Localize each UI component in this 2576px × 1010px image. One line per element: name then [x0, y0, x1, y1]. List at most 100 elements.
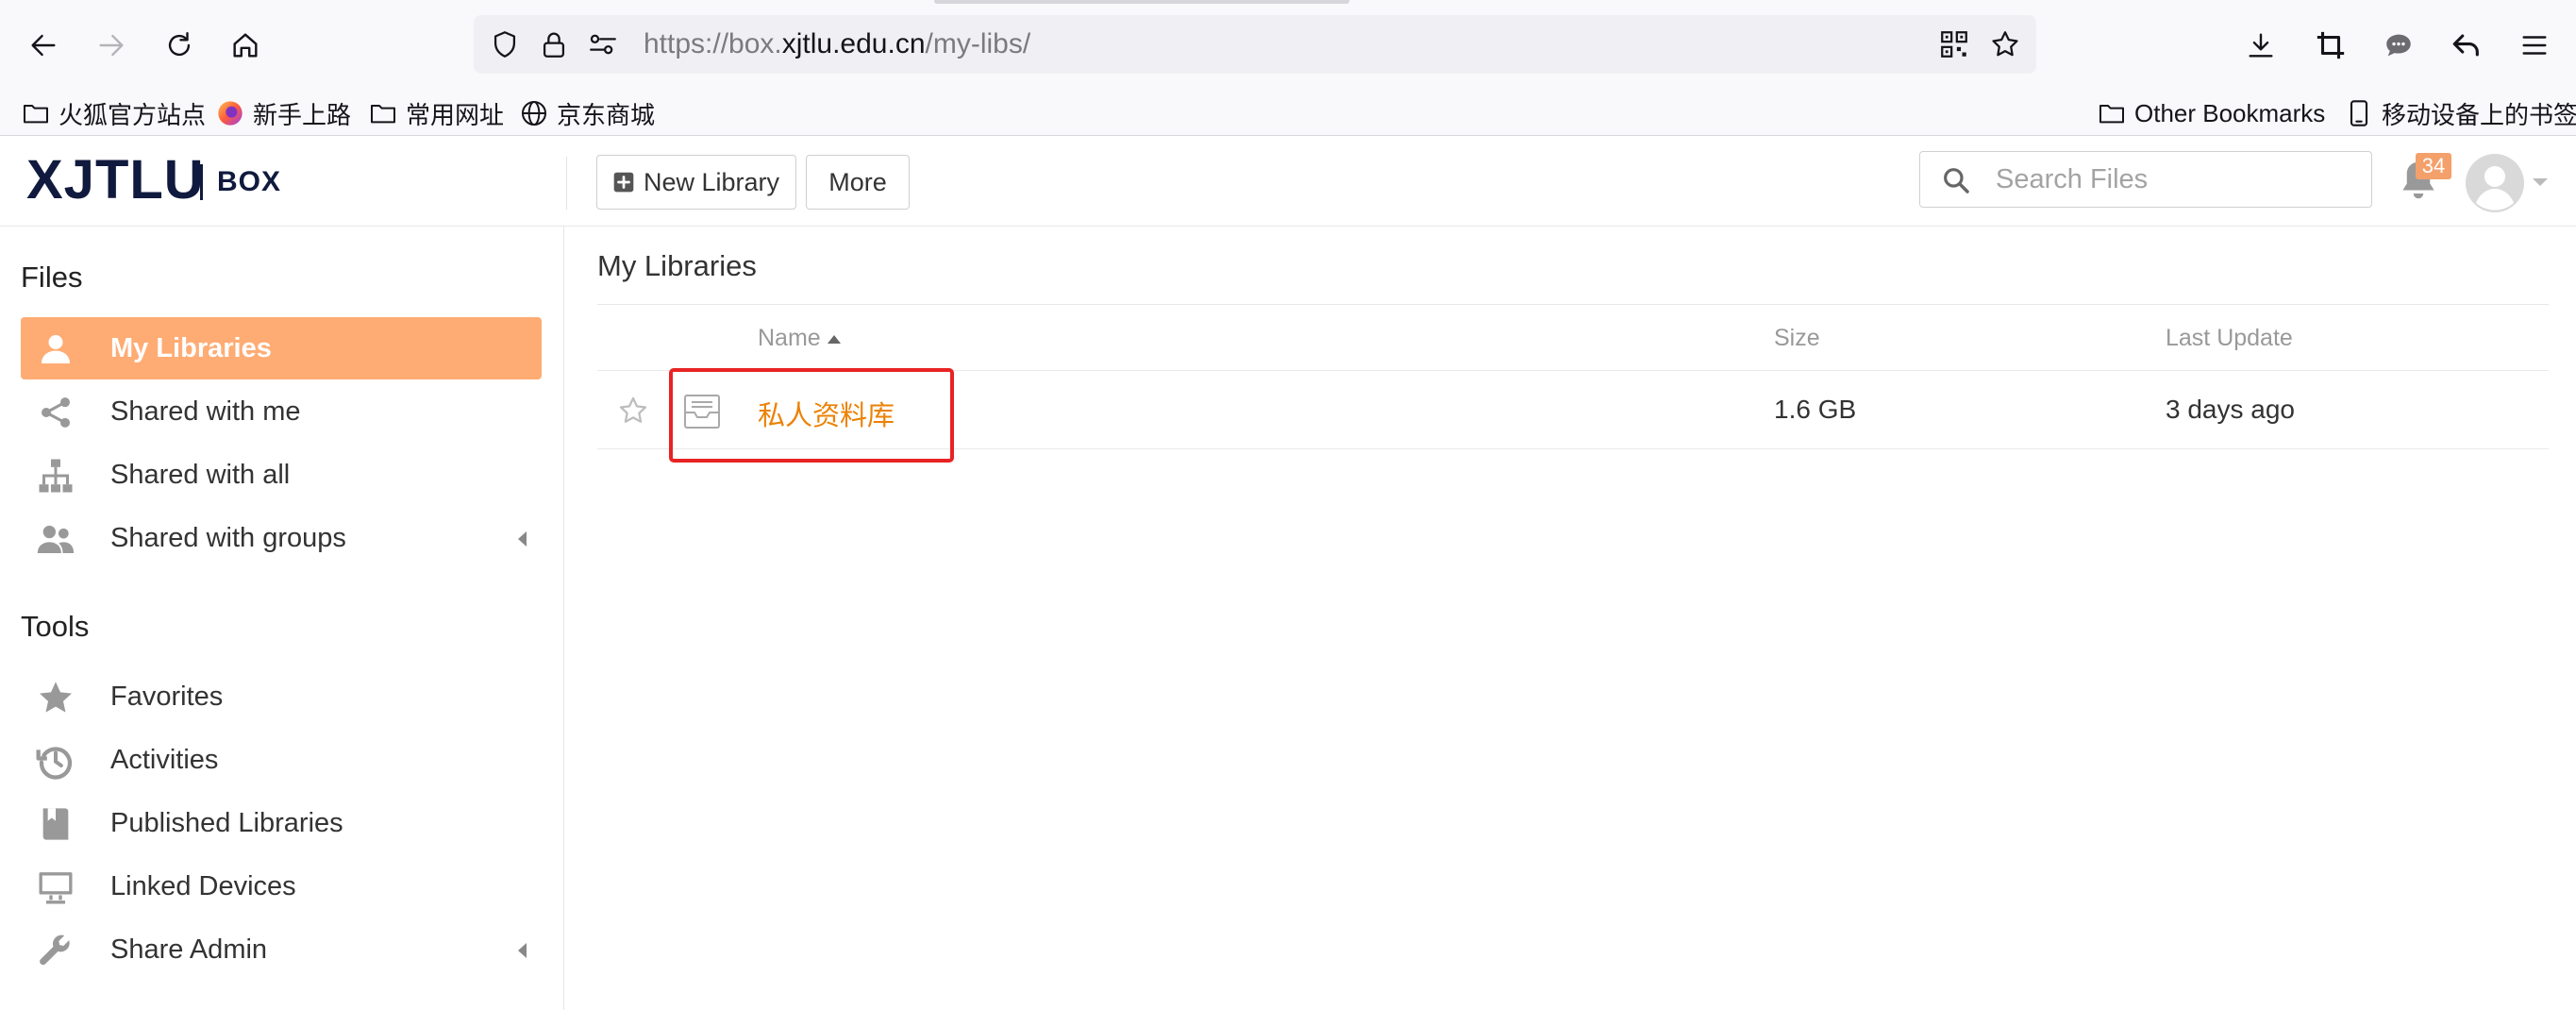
arrow-right-icon [99, 34, 124, 57]
folder-icon [371, 105, 395, 124]
permissions-icon[interactable] [587, 28, 619, 60]
star-icon [40, 682, 72, 713]
download-icon [2249, 33, 2273, 58]
sidebar-item-linked-devices[interactable]: Linked Devices [21, 855, 542, 917]
sidebar-item-favorites[interactable]: Favorites [21, 665, 542, 728]
avatar[interactable] [2465, 153, 2525, 213]
page-title: My Libraries [597, 249, 757, 282]
files-heading: Files [21, 261, 83, 294]
share-icon [42, 397, 70, 428]
wrench-icon [40, 934, 70, 966]
sidebar-item-activities[interactable]: Activities [21, 729, 542, 791]
group-icon [37, 525, 75, 553]
bookmark-getting-started[interactable]: 新手上路 [215, 94, 351, 132]
search-input[interactable] [1996, 160, 2354, 199]
screenshot-button[interactable] [2308, 23, 2353, 68]
bookmarks-bar: 火狐官方站点 新手上路 常用网址 京东商城 Other Bookmarks 移动… [0, 91, 2576, 136]
sidebar-item-label: Favorites [110, 682, 224, 712]
menu-button[interactable] [2512, 23, 2557, 68]
arrow-left-icon [31, 34, 56, 57]
url-host: xjtlu.edu.cn [781, 28, 926, 59]
sidebar-item-published-libraries[interactable]: Published Libraries [21, 792, 542, 854]
bookmark-label: Other Bookmarks [2134, 98, 2326, 127]
sidebar-item-label: Share Admin [110, 934, 268, 965]
bookmark-label: 京东商城 [557, 100, 656, 129]
new-library-label: New Library [643, 167, 780, 196]
sidebar-item-label: Linked Devices [110, 871, 296, 901]
sidebar: Files My Libraries Shared with me Shared… [0, 227, 564, 1010]
plus-square-icon [613, 172, 634, 193]
shield-icon[interactable] [489, 28, 521, 60]
forward-button[interactable] [89, 23, 134, 68]
main-content: My Libraries Name Size Last Update 私人资料库… [565, 227, 2576, 1010]
sidebar-item-label: Published Libraries [110, 808, 343, 838]
logo-subtext[interactable]: BOX [217, 164, 281, 200]
new-library-button[interactable]: New Library [596, 155, 796, 210]
sidebar-item-label: Activities [110, 745, 219, 775]
column-header-label: Name [758, 325, 821, 351]
more-button[interactable]: More [806, 155, 910, 210]
chat-button[interactable] [2376, 23, 2421, 68]
bookmark-other-bookmarks[interactable]: Other Bookmarks [2097, 94, 2325, 132]
tools-heading: Tools [21, 610, 90, 643]
bookmark-firefox-official[interactable]: 火狐官方站点 [21, 94, 206, 132]
logo-divider [200, 164, 203, 200]
highlight-annotation-box [669, 368, 954, 463]
bookmark-jd-mall[interactable]: 京东商城 [519, 94, 655, 132]
firefox-icon [218, 101, 243, 126]
title-divider [597, 304, 2549, 305]
sidebar-item-share-admin[interactable]: Share Admin [21, 918, 542, 981]
caret-left-icon[interactable] [515, 530, 528, 548]
folder-icon [2099, 105, 2124, 124]
sidebar-item-label: Shared with me [110, 396, 301, 427]
column-header-size[interactable]: Size [1774, 325, 1820, 352]
bookmark-common-sites[interactable]: 常用网址 [368, 94, 504, 132]
back-button[interactable] [21, 23, 66, 68]
column-header-name[interactable]: Name [758, 325, 842, 352]
url-text[interactable]: https://box.xjtlu.edu.cn/my-libs/ [644, 28, 1030, 60]
url-path: /my-libs/ [925, 28, 1031, 59]
search-icon [1944, 168, 1969, 194]
downloads-button[interactable] [2238, 23, 2283, 68]
sidebar-item-shared-with-me[interactable]: Shared with me [21, 380, 542, 443]
hamburger-icon [2522, 36, 2547, 55]
more-label: More [828, 167, 887, 196]
home-icon [233, 33, 258, 58]
sidebar-item-label: My Libraries [110, 333, 272, 363]
caret-left-icon[interactable] [515, 941, 528, 960]
sidebar-item-label: Shared with all [110, 460, 291, 490]
column-header-last-update[interactable]: Last Update [2166, 325, 2293, 352]
book-icon [42, 808, 69, 840]
mobile-icon [2350, 100, 2368, 126]
qr-code-icon[interactable] [1938, 28, 1970, 60]
lock-icon[interactable] [538, 28, 570, 60]
app-header: XJTLU BOX New Library More 34 [0, 136, 2576, 227]
reload-button[interactable] [157, 23, 202, 68]
globe-icon [522, 101, 546, 126]
sidebar-item-shared-with-groups[interactable]: Shared with groups [21, 507, 542, 569]
monitor-icon [39, 872, 73, 904]
notification-badge[interactable]: 34 [2416, 153, 2451, 179]
home-button[interactable] [223, 23, 268, 68]
address-bar[interactable]: https://box.xjtlu.edu.cn/my-libs/ [474, 15, 2036, 74]
folder-icon [24, 105, 48, 124]
undo-button[interactable] [2444, 23, 2489, 68]
header-divider [566, 157, 567, 210]
crop-icon [2317, 31, 2345, 59]
library-last-update: 3 days ago [2166, 395, 2295, 424]
bookmark-mobile-bookmarks[interactable]: 移动设备上的书签 [2344, 94, 2576, 132]
column-header-label: Size [1774, 325, 1820, 351]
chevron-down-icon[interactable] [2531, 176, 2550, 189]
browser-toolbar: https://box.xjtlu.edu.cn/my-libs/ [0, 0, 2576, 91]
tab-strip-edge [934, 0, 1349, 4]
search-box[interactable] [1919, 151, 2372, 208]
bookmark-label: 新手上路 [253, 100, 352, 129]
star-outline-icon[interactable] [617, 395, 649, 427]
sidebar-item-shared-with-all[interactable]: Shared with all [21, 444, 542, 506]
undo-icon [2452, 34, 2479, 57]
bookmark-star-icon[interactable] [1989, 28, 2021, 60]
logo-text[interactable]: XJTLU [26, 149, 205, 211]
chat-bubble-icon [2386, 34, 2411, 57]
library-size: 1.6 GB [1774, 395, 1857, 424]
sidebar-item-my-libraries[interactable]: My Libraries [21, 317, 542, 379]
